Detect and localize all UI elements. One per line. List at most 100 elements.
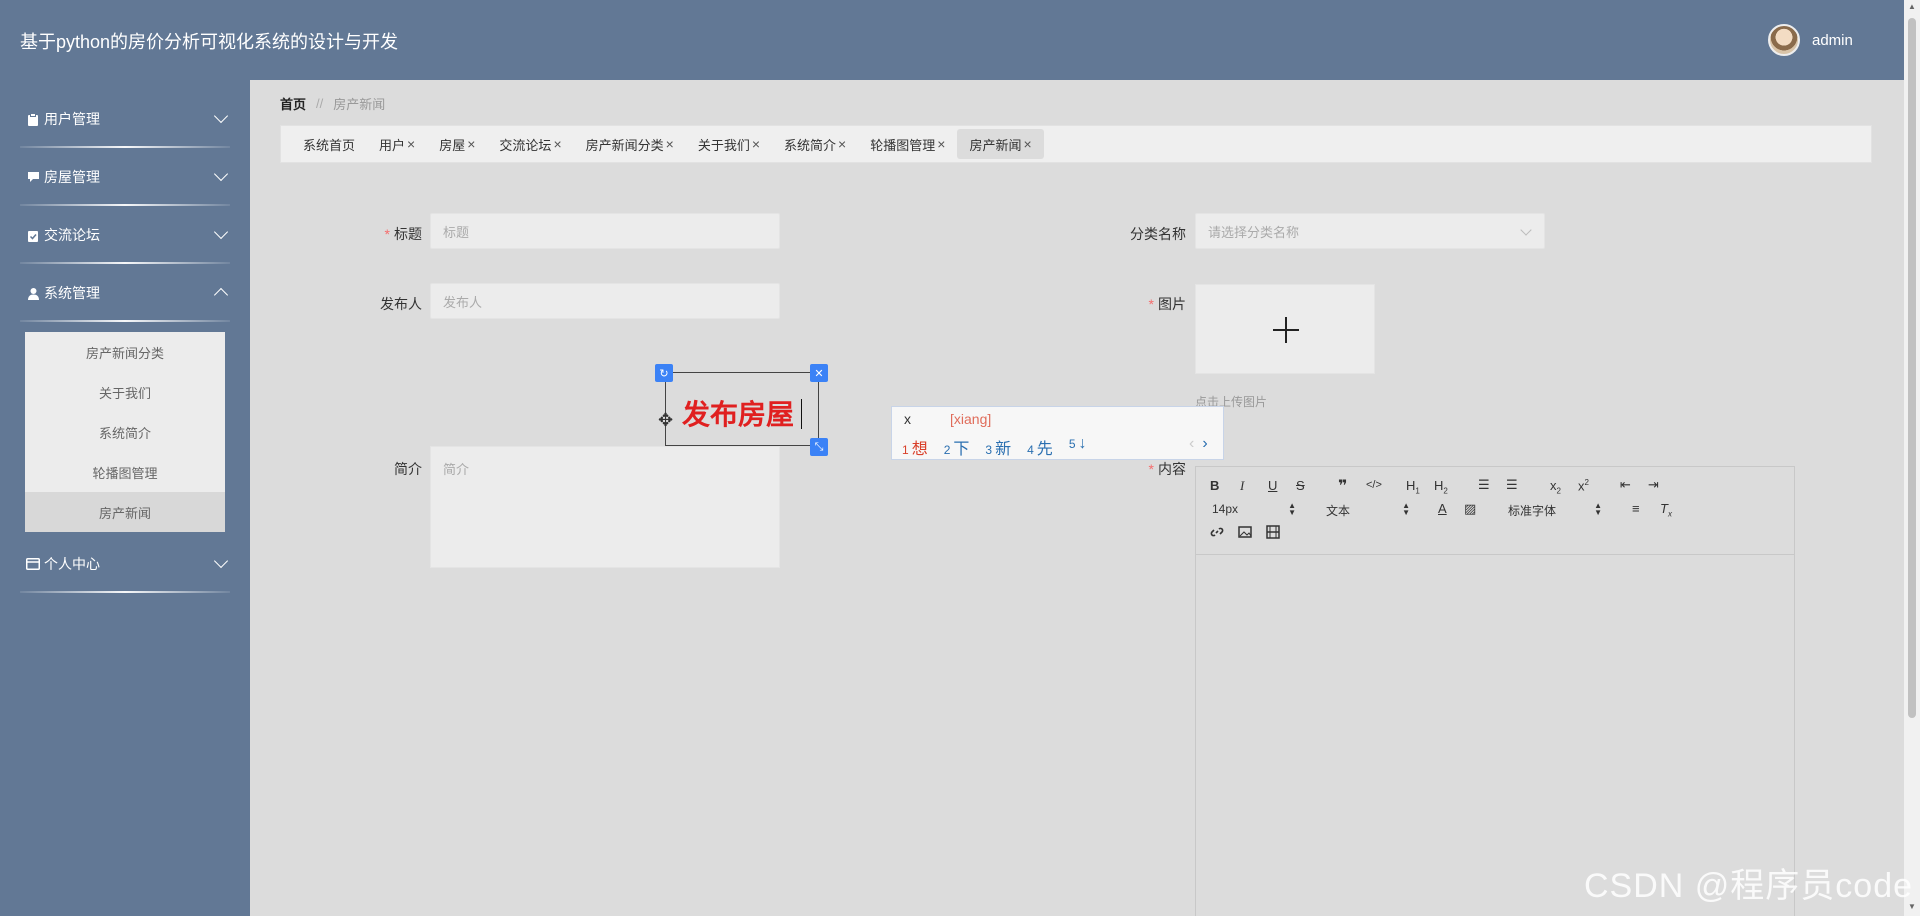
ime-candidate[interactable]: 4先 <box>1027 435 1053 459</box>
title-input[interactable]: 标题 <box>430 213 780 249</box>
tab-label: 系统首页 <box>303 137 356 153</box>
superscript-icon[interactable]: x2 <box>1578 478 1589 493</box>
resize-handle-icon[interactable]: ⤡ <box>810 438 828 456</box>
card-icon <box>26 557 40 571</box>
font-size-select[interactable]: 14px ▲ ▼ <box>1212 502 1296 517</box>
close-icon[interactable]: × <box>407 136 415 152</box>
required-mark: * <box>1148 296 1154 312</box>
blockquote-icon[interactable]: ❞ <box>1338 476 1347 496</box>
bullet-list-icon[interactable]: ☰ <box>1506 477 1518 493</box>
close-icon[interactable]: × <box>937 136 945 152</box>
ime-input-text: x <box>904 411 911 427</box>
tab-news-category[interactable]: 房产新闻分类 × <box>574 129 686 159</box>
ime-candidate[interactable]: 5 ↓ <box>1069 435 1087 459</box>
move-icon[interactable]: ✥ <box>658 410 673 431</box>
username[interactable]: admin <box>1812 32 1853 49</box>
publisher-input[interactable]: 发布人 <box>430 283 780 319</box>
sidebar-item-personal-center[interactable]: 个人中心 <box>0 542 250 586</box>
background-color-icon[interactable]: ▨ <box>1464 501 1476 517</box>
tab-forum[interactable]: 交流论坛 × <box>487 129 573 159</box>
tab-user[interactable]: 用户 × <box>367 129 427 159</box>
submenu-item-carousel[interactable]: 轮播图管理 <box>25 452 225 492</box>
close-icon[interactable]: × <box>666 136 674 152</box>
font-family-value: 标准字体 <box>1508 504 1557 518</box>
sidebar-item-system-management[interactable]: 系统管理 <box>0 271 250 315</box>
font-size-value: 14px <box>1212 502 1239 516</box>
submenu-item-news[interactable]: 房产新闻 <box>25 492 225 532</box>
code-block-icon[interactable]: </> <box>1366 479 1382 491</box>
sidebar-item-house-management[interactable]: 房屋管理 <box>0 155 250 199</box>
link-icon[interactable] <box>1210 525 1224 542</box>
indent-icon[interactable]: ⇥ <box>1648 477 1659 493</box>
text-caret <box>801 399 802 429</box>
subscript-icon[interactable]: x2 <box>1550 478 1561 496</box>
ime-candidate[interactable]: 1想 <box>902 435 928 459</box>
tab-news[interactable]: 房产新闻 × <box>957 129 1044 159</box>
checklist-icon <box>26 228 40 242</box>
content-label-text: 内容 <box>1158 461 1186 477</box>
chat-icon <box>26 170 40 184</box>
tab-system-home[interactable]: 系统首页 <box>291 129 367 159</box>
tabs-bar: 系统首页 用户 × 房屋 × 交流论坛 × 房产新闻分类 × 关于我们 × 系统简介 × 轮… <box>280 125 1872 163</box>
submenu-item-system-intro[interactable]: 系统简介 <box>25 412 225 452</box>
tab-label: 系统简介 <box>784 137 837 153</box>
sidebar-item-label: 交流论坛 <box>44 227 100 243</box>
tab-carousel[interactable]: 轮播图管理 × <box>858 129 957 159</box>
category-select[interactable]: 请选择分类名称 <box>1195 213 1545 249</box>
close-icon[interactable]: ✕ <box>810 364 828 382</box>
breadcrumb-home[interactable]: 首页 <box>280 94 306 113</box>
close-icon[interactable]: × <box>838 136 846 152</box>
scroll-thumb[interactable] <box>1908 18 1916 718</box>
breadcrumb-current: 房产新闻 <box>333 97 386 112</box>
ordered-list-icon[interactable]: ☰ <box>1478 477 1490 493</box>
close-icon[interactable]: × <box>467 136 475 152</box>
scroll-up-arrow-icon[interactable]: ▲ <box>1908 2 1916 11</box>
block-format-select[interactable]: 文本 ▲ ▼ <box>1326 502 1410 519</box>
close-icon[interactable]: × <box>553 136 561 152</box>
close-icon[interactable]: × <box>752 136 760 152</box>
user-menu[interactable]: admin <box>1768 24 1853 56</box>
tab-label: 关于我们 <box>697 137 750 153</box>
ime-candidate[interactable]: 3新 <box>985 435 1011 459</box>
menu-divider <box>20 146 230 148</box>
text-color-icon[interactable]: A <box>1438 501 1447 516</box>
submenu-item-about-us[interactable]: 关于我们 <box>25 372 225 412</box>
sidebar-item-label: 系统管理 <box>44 285 100 301</box>
system-management-submenu: 房产新闻分类 关于我们 系统简介 轮播图管理 房产新闻 <box>25 332 225 532</box>
close-icon[interactable]: × <box>1023 136 1031 152</box>
image-uploader[interactable] <box>1195 284 1375 374</box>
submenu-item-news-category[interactable]: 房产新闻分类 <box>25 332 225 372</box>
heading-2-icon[interactable]: H2 <box>1434 478 1448 496</box>
heading-1-icon[interactable]: H1 <box>1406 478 1420 496</box>
intro-label: 简介 <box>394 461 422 477</box>
chevron-down-icon <box>213 553 229 569</box>
intro-textarea[interactable]: 简介 <box>430 446 780 568</box>
tab-system-intro[interactable]: 系统简介 × <box>772 129 858 159</box>
underline-icon[interactable]: U <box>1268 478 1277 493</box>
chevron-left-icon[interactable]: ‹ <box>1189 435 1194 452</box>
font-family-select[interactable]: 标准字体 ▲ ▼ <box>1508 502 1602 519</box>
tab-house[interactable]: 房屋 × <box>427 129 487 159</box>
align-icon[interactable]: ≡ <box>1632 501 1640 516</box>
bold-icon[interactable]: B <box>1210 478 1219 493</box>
avatar[interactable] <box>1768 24 1800 56</box>
text-annotation-content[interactable]: 发布房屋 <box>682 393 794 433</box>
sidebar-item-user-management[interactable]: 用户管理 <box>0 97 250 141</box>
italic-icon[interactable]: I <box>1240 478 1244 494</box>
strikethrough-icon[interactable]: S <box>1296 478 1305 493</box>
rotate-handle-icon[interactable]: ↻ <box>655 364 673 382</box>
ime-candidate[interactable]: 2下 <box>944 435 970 459</box>
outdent-icon[interactable]: ⇤ <box>1620 477 1631 493</box>
sidebar-item-forum[interactable]: 交流论坛 <box>0 213 250 257</box>
clear-format-icon[interactable]: Tx <box>1660 501 1672 519</box>
chevron-down-icon <box>213 166 229 182</box>
page-scrollbar[interactable]: ▲ ▼ <box>1904 0 1920 916</box>
publisher-placeholder: 发布人 <box>443 294 483 310</box>
video-icon[interactable] <box>1266 525 1280 542</box>
image-icon[interactable] <box>1238 525 1252 542</box>
category-placeholder: 请选择分类名称 <box>1208 224 1300 240</box>
chevron-right-icon[interactable]: › <box>1202 435 1207 452</box>
category-label: 分类名称 <box>1130 226 1186 242</box>
tab-about-us[interactable]: 关于我们 × <box>686 129 772 159</box>
rich-text-editor[interactable]: B I U S ❞ </> H1 H2 ☰ ☰ x2 x2 ⇤ ⇥ 14px ▲… <box>1195 466 1795 916</box>
